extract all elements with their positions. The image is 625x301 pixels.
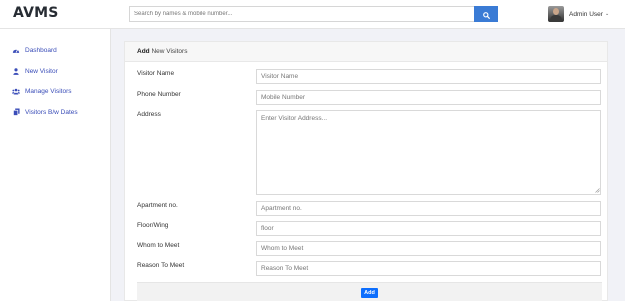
search-input[interactable] xyxy=(129,6,475,22)
dashboard-icon xyxy=(12,46,20,54)
address-label: Address xyxy=(137,111,161,118)
form-actions: Add xyxy=(137,282,602,301)
card-header: Add New Visitors xyxy=(125,42,607,62)
whom-to-meet-field[interactable] xyxy=(256,241,601,256)
top-bar: AVMS Admin User ⌄ xyxy=(0,0,625,29)
sidebar-item-visitors-between-dates[interactable]: Visitors B/w Dates xyxy=(12,107,78,117)
copy-icon xyxy=(12,108,20,116)
sidebar-item-label: Dashboard xyxy=(25,46,57,54)
floor-field[interactable] xyxy=(256,221,601,236)
user-icon xyxy=(12,67,20,75)
address-field[interactable] xyxy=(256,110,601,195)
card-title-strong: Add xyxy=(137,48,150,55)
card-title: New Visitors xyxy=(149,48,188,55)
users-icon xyxy=(12,87,20,95)
sidebar-item-manage-visitors[interactable]: Manage Visitors xyxy=(12,86,72,96)
sidebar-item-dashboard[interactable]: Dashboard xyxy=(12,45,57,55)
add-button[interactable]: Add xyxy=(361,288,378,298)
apartment-field[interactable] xyxy=(256,201,601,216)
reason-field[interactable] xyxy=(256,261,601,276)
user-name[interactable]: Admin User xyxy=(569,11,603,18)
visitor-name-field[interactable] xyxy=(256,69,601,84)
visitor-name-label: Visitor Name xyxy=(137,70,175,77)
resize-handle-icon[interactable] xyxy=(595,188,600,193)
sidebar-item-label: New Visitor xyxy=(25,67,58,75)
brand-logo[interactable]: AVMS xyxy=(13,5,59,21)
chevron-down-icon[interactable]: ⌄ xyxy=(605,11,609,17)
sidebar-item-label: Manage Visitors xyxy=(25,87,72,95)
sidebar-item-new-visitor[interactable]: New Visitor xyxy=(12,66,58,76)
sidebar-item-label: Visitors B/w Dates xyxy=(25,108,78,116)
mobile-number-field[interactable] xyxy=(256,90,601,105)
search-button[interactable] xyxy=(474,6,498,22)
avatar[interactable] xyxy=(548,6,564,22)
search-bar xyxy=(129,6,498,22)
floor-label: Floor/Wing xyxy=(137,222,169,229)
whom-to-meet-label: Whom to Meet xyxy=(137,242,180,249)
apartment-label: Apartment no. xyxy=(137,202,178,209)
search-icon xyxy=(482,7,490,22)
phone-number-label: Phone Number xyxy=(137,91,181,98)
sidebar: Dashboard New Visitor Manage Visitors Vi… xyxy=(0,29,111,301)
reason-label: Reason To Meet xyxy=(137,262,185,269)
user-menu[interactable]: Admin User ⌄ xyxy=(548,5,609,23)
add-visitor-card: Add New Visitors Visitor Name Phone Numb… xyxy=(124,41,608,301)
